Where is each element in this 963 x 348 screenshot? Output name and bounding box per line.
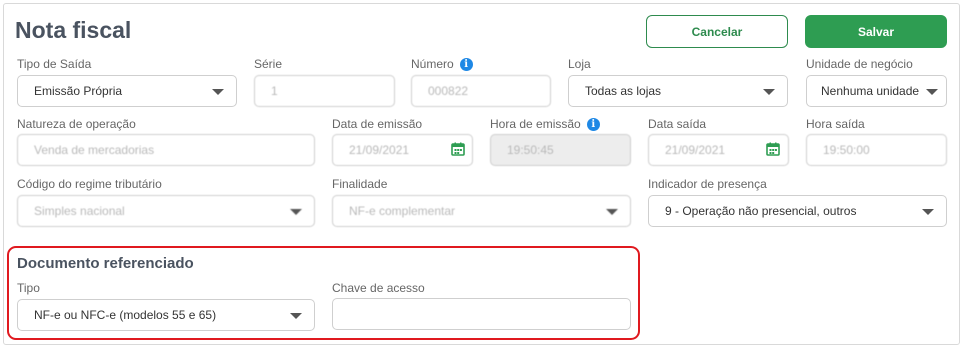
numero-input[interactable]: 000822 — [411, 75, 551, 107]
numero-label-text: Número — [411, 57, 454, 71]
data-saida-label: Data saída — [648, 117, 707, 131]
finalidade-label: Finalidade — [332, 177, 388, 191]
chave-acesso-input[interactable] — [332, 298, 631, 330]
chevron-down-icon — [926, 89, 938, 95]
finalidade-value: NF-e complementar — [349, 204, 456, 218]
regime-value: Simples nacional — [34, 204, 125, 218]
hora-saida-label: Hora saída — [806, 117, 865, 131]
save-button[interactable]: Salvar — [805, 15, 947, 48]
natureza-value: Venda de mercadorias — [34, 143, 155, 157]
regime-label: Código do regime tributário — [17, 177, 162, 191]
hora-saida-input[interactable]: 19:50:00 — [806, 134, 947, 166]
tipo-select[interactable]: NF-e ou NFC-e (modelos 55 e 65) — [17, 299, 315, 331]
page-title: Nota fiscal — [15, 17, 132, 43]
regime-select[interactable]: Simples nacional — [17, 195, 315, 227]
natureza-label: Natureza de operação — [17, 117, 136, 131]
chevron-down-icon — [763, 89, 775, 95]
presenca-select[interactable]: 9 - Operação não presencial, outros — [648, 195, 947, 227]
chevron-down-icon — [212, 89, 224, 95]
numero-label: Número i — [411, 57, 473, 71]
hora-emissao-value: 19:50:45 — [507, 143, 554, 157]
serie-value: 1 — [271, 84, 278, 98]
info-icon[interactable]: i — [459, 57, 473, 71]
chevron-down-icon — [606, 209, 618, 215]
chave-acesso-label: Chave de acesso — [332, 281, 425, 295]
chevron-down-icon — [290, 313, 302, 319]
loja-label: Loja — [568, 57, 591, 71]
hora-emissao-label: Hora de emissão i — [490, 117, 600, 131]
serie-label: Série — [254, 57, 283, 71]
tipo-saida-select[interactable]: Emissão Própria — [17, 75, 237, 107]
chevron-down-icon — [922, 209, 934, 215]
loja-select[interactable]: Todas as lojas — [568, 75, 788, 107]
hora-emissao-label-text: Hora de emissão — [490, 117, 581, 131]
tipo-saida-label: Tipo de Saída — [17, 57, 92, 71]
calendar-icon[interactable] — [766, 142, 780, 156]
data-emissao-value: 21/09/2021 — [349, 143, 410, 157]
presenca-label: Indicador de presença — [648, 177, 767, 191]
hora-saida-value: 19:50:00 — [823, 143, 870, 157]
hora-emissao-input: 19:50:45 — [490, 134, 631, 166]
tipo-label: Tipo — [17, 281, 40, 295]
data-saida-value: 21/09/2021 — [665, 143, 726, 157]
tipo-value: NF-e ou NFC-e (modelos 55 e 65) — [34, 308, 217, 322]
info-icon[interactable]: i — [586, 117, 600, 131]
unidade-label: Unidade de negócio — [806, 57, 913, 71]
chevron-down-icon — [290, 209, 302, 215]
unidade-value: Nenhuma unidade — [821, 84, 920, 98]
tipo-saida-value: Emissão Própria — [34, 84, 123, 98]
numero-value: 000822 — [428, 84, 469, 98]
loja-value: Todas as lojas — [585, 84, 662, 98]
data-emissao-label: Data de emissão — [332, 117, 423, 131]
documento-referenciado-title: Documento referenciado — [17, 255, 194, 272]
finalidade-select[interactable]: NF-e complementar — [332, 195, 631, 227]
natureza-input[interactable]: Venda de mercadorias — [17, 134, 315, 166]
unidade-select[interactable]: Nenhuma unidade — [806, 75, 947, 107]
cancel-button[interactable]: Cancelar — [646, 15, 788, 48]
presenca-value: 9 - Operação não presencial, outros — [665, 204, 857, 218]
calendar-icon[interactable] — [451, 142, 465, 156]
serie-input[interactable]: 1 — [254, 75, 395, 107]
